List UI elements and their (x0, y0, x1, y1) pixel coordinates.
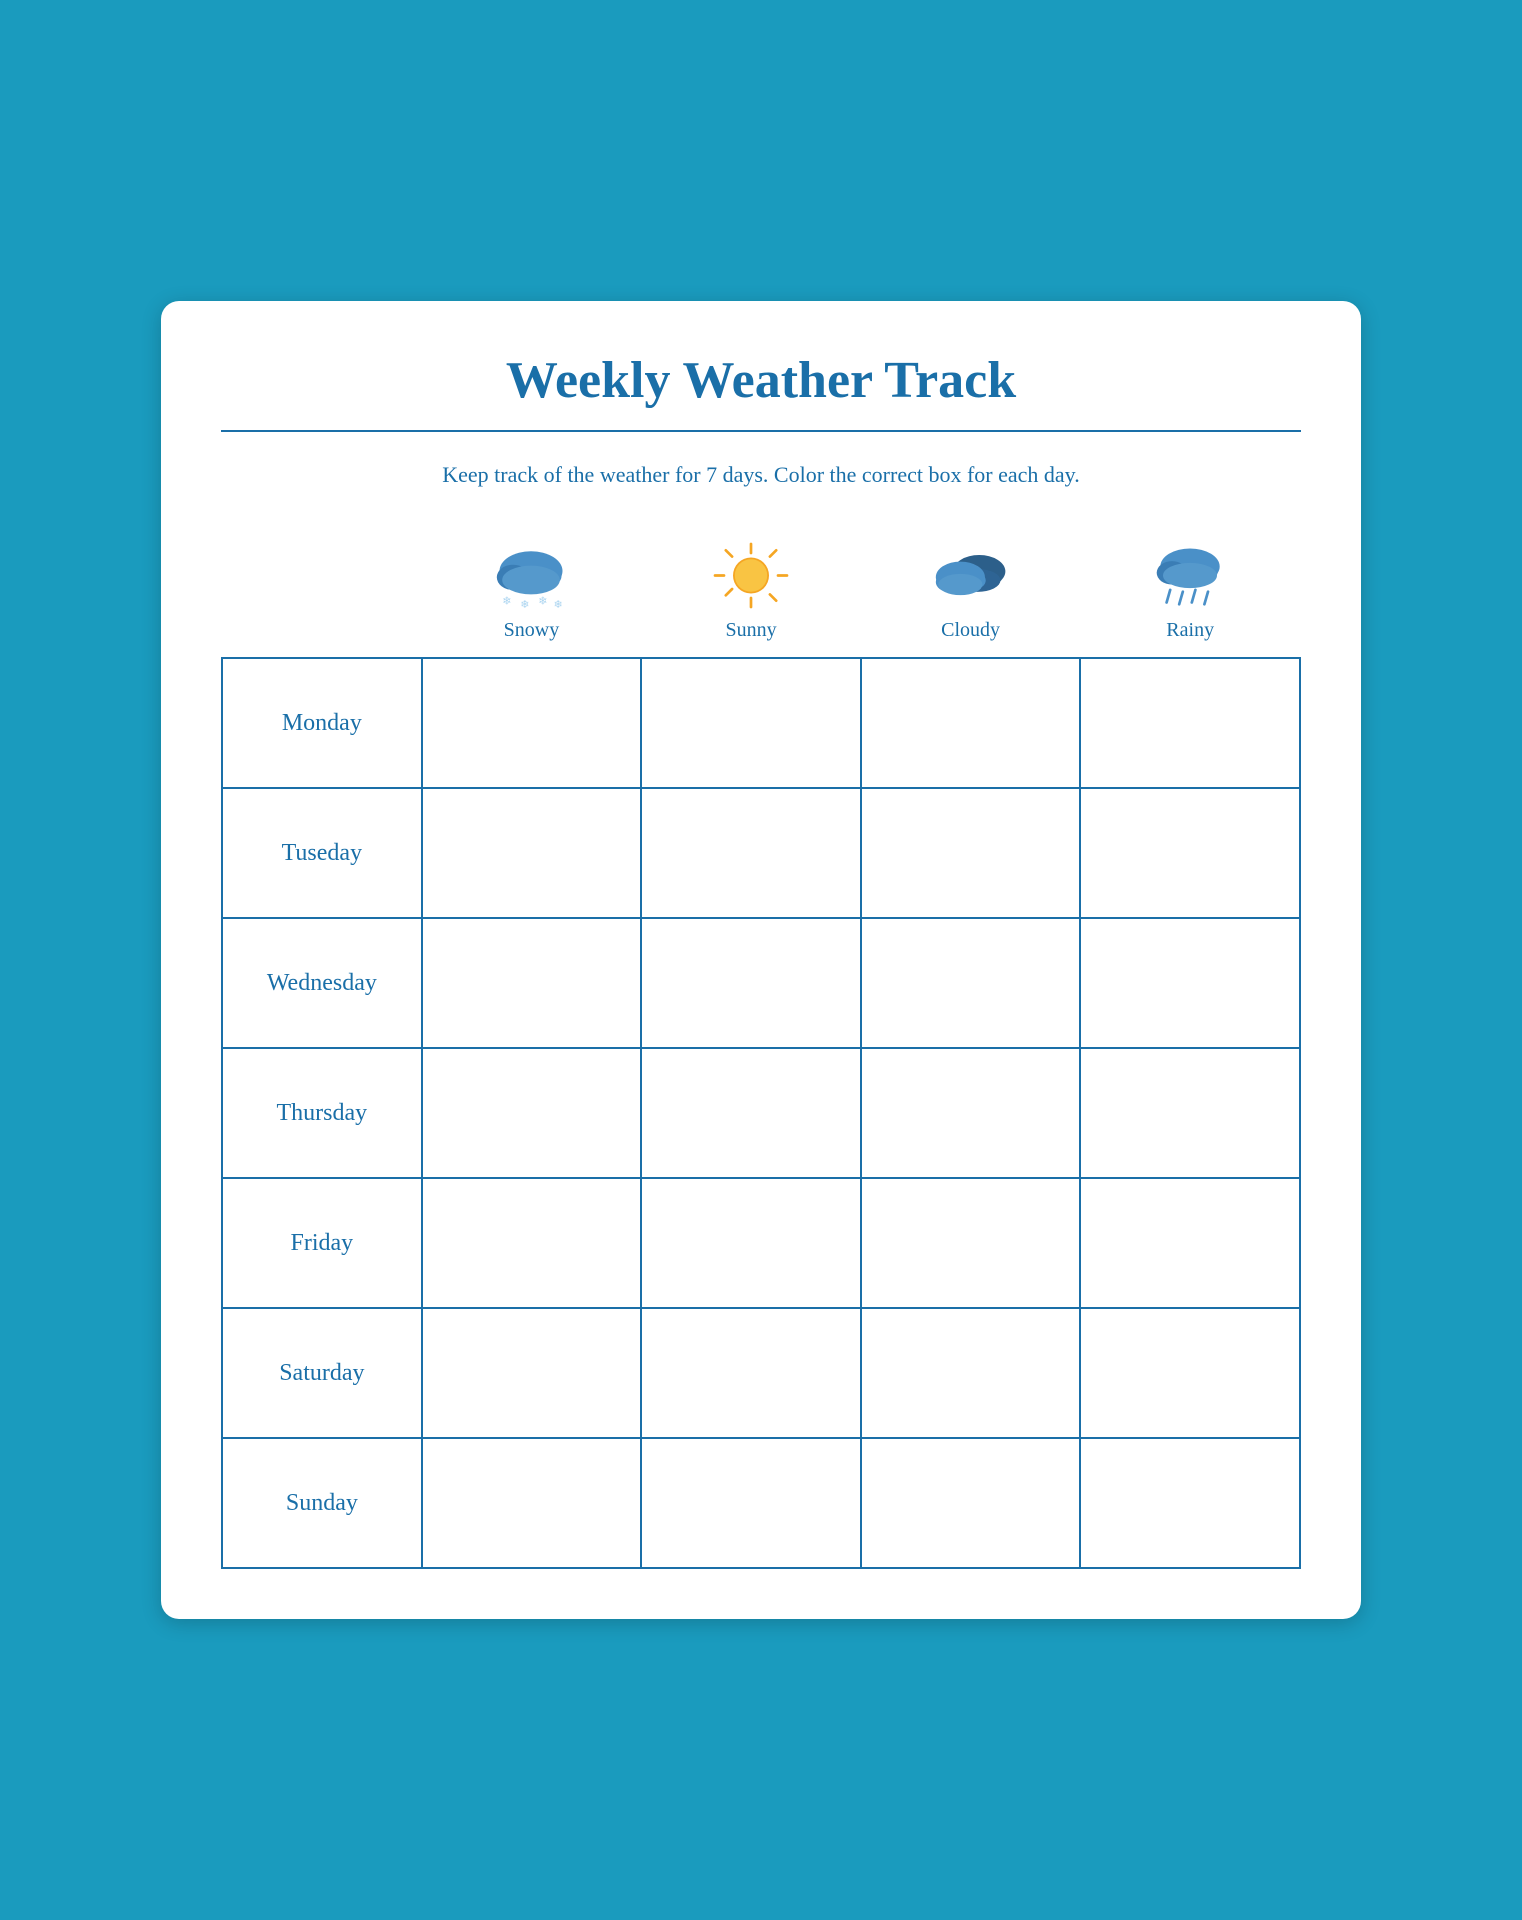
cell-wednesday-snowy[interactable] (422, 918, 642, 1048)
cell-saturday-rainy[interactable] (1080, 1308, 1300, 1438)
cell-saturday-snowy[interactable] (422, 1308, 642, 1438)
day-cell-sunday: Sunday (222, 1438, 422, 1568)
day-cell-wednesday: Wednesday (222, 918, 422, 1048)
table-row: Saturday (222, 1308, 1300, 1438)
cloudy-header: Cloudy (861, 528, 1081, 658)
sunny-icon (706, 538, 796, 613)
table-row: Tuseday (222, 788, 1300, 918)
table-row: Sunday (222, 1438, 1300, 1568)
cell-tuesday-cloudy[interactable] (861, 788, 1081, 918)
table-row: Monday (222, 658, 1300, 788)
svg-text:❄: ❄ (521, 599, 530, 611)
cell-friday-rainy[interactable] (1080, 1178, 1300, 1308)
page-title: Weekly Weather Track (221, 351, 1301, 410)
table-body: MondayTusedayWednesdayThursdayFridaySatu… (222, 658, 1300, 1568)
snowy-icon-cell: ❄ ❄ ❄ ❄ Snowy (427, 538, 637, 642)
snowy-label: Snowy (504, 619, 560, 642)
table-row: Friday (222, 1178, 1300, 1308)
cell-tuesday-snowy[interactable] (422, 788, 642, 918)
table-row: Wednesday (222, 918, 1300, 1048)
cell-wednesday-rainy[interactable] (1080, 918, 1300, 1048)
day-cell-tuesday: Tuseday (222, 788, 422, 918)
svg-text:❄: ❄ (539, 595, 548, 607)
cell-friday-cloudy[interactable] (861, 1178, 1081, 1308)
cell-tuesday-sunny[interactable] (641, 788, 861, 918)
rainy-header: Rainy (1080, 528, 1300, 658)
cloudy-icon (926, 538, 1016, 613)
cell-friday-snowy[interactable] (422, 1178, 642, 1308)
day-cell-friday: Friday (222, 1178, 422, 1308)
cell-monday-snowy[interactable] (422, 658, 642, 788)
subtitle: Keep track of the weather for 7 days. Co… (221, 462, 1301, 488)
sunny-icon-cell: Sunny (646, 538, 856, 642)
rainy-icon-cell: Rainy (1085, 538, 1295, 642)
cell-sunday-cloudy[interactable] (861, 1438, 1081, 1568)
cell-monday-sunny[interactable] (641, 658, 861, 788)
cell-monday-cloudy[interactable] (861, 658, 1081, 788)
cell-monday-rainy[interactable] (1080, 658, 1300, 788)
day-cell-saturday: Saturday (222, 1308, 422, 1438)
cell-sunday-rainy[interactable] (1080, 1438, 1300, 1568)
divider (221, 430, 1301, 432)
svg-text:❄: ❄ (554, 599, 563, 611)
rainy-icon (1145, 538, 1235, 613)
day-cell-thursday: Thursday (222, 1048, 422, 1178)
cloudy-label: Cloudy (941, 619, 1000, 642)
table-wrapper: ❄ ❄ ❄ ❄ Snowy (221, 528, 1301, 1569)
svg-text:❄: ❄ (503, 595, 512, 607)
weather-table: ❄ ❄ ❄ ❄ Snowy (221, 528, 1301, 1569)
cell-thursday-sunny[interactable] (641, 1048, 861, 1178)
snowy-header: ❄ ❄ ❄ ❄ Snowy (422, 528, 642, 658)
day-cell-monday: Monday (222, 658, 422, 788)
cell-sunday-sunny[interactable] (641, 1438, 861, 1568)
cell-thursday-rainy[interactable] (1080, 1048, 1300, 1178)
cell-saturday-cloudy[interactable] (861, 1308, 1081, 1438)
cell-wednesday-sunny[interactable] (641, 918, 861, 1048)
cell-wednesday-cloudy[interactable] (861, 918, 1081, 1048)
cloudy-icon-cell: Cloudy (866, 538, 1076, 642)
snowy-icon: ❄ ❄ ❄ ❄ (486, 538, 576, 613)
cell-thursday-cloudy[interactable] (861, 1048, 1081, 1178)
table-row: Thursday (222, 1048, 1300, 1178)
page-container: Weekly Weather Track Keep track of the w… (161, 301, 1361, 1619)
rainy-label: Rainy (1166, 619, 1214, 642)
cell-thursday-snowy[interactable] (422, 1048, 642, 1178)
sunny-header: Sunny (641, 528, 861, 658)
cell-tuesday-rainy[interactable] (1080, 788, 1300, 918)
cell-sunday-snowy[interactable] (422, 1438, 642, 1568)
header-row: ❄ ❄ ❄ ❄ Snowy (222, 528, 1300, 658)
empty-header (222, 528, 422, 658)
sunny-label: Sunny (725, 619, 776, 642)
cell-saturday-sunny[interactable] (641, 1308, 861, 1438)
cell-friday-sunny[interactable] (641, 1178, 861, 1308)
